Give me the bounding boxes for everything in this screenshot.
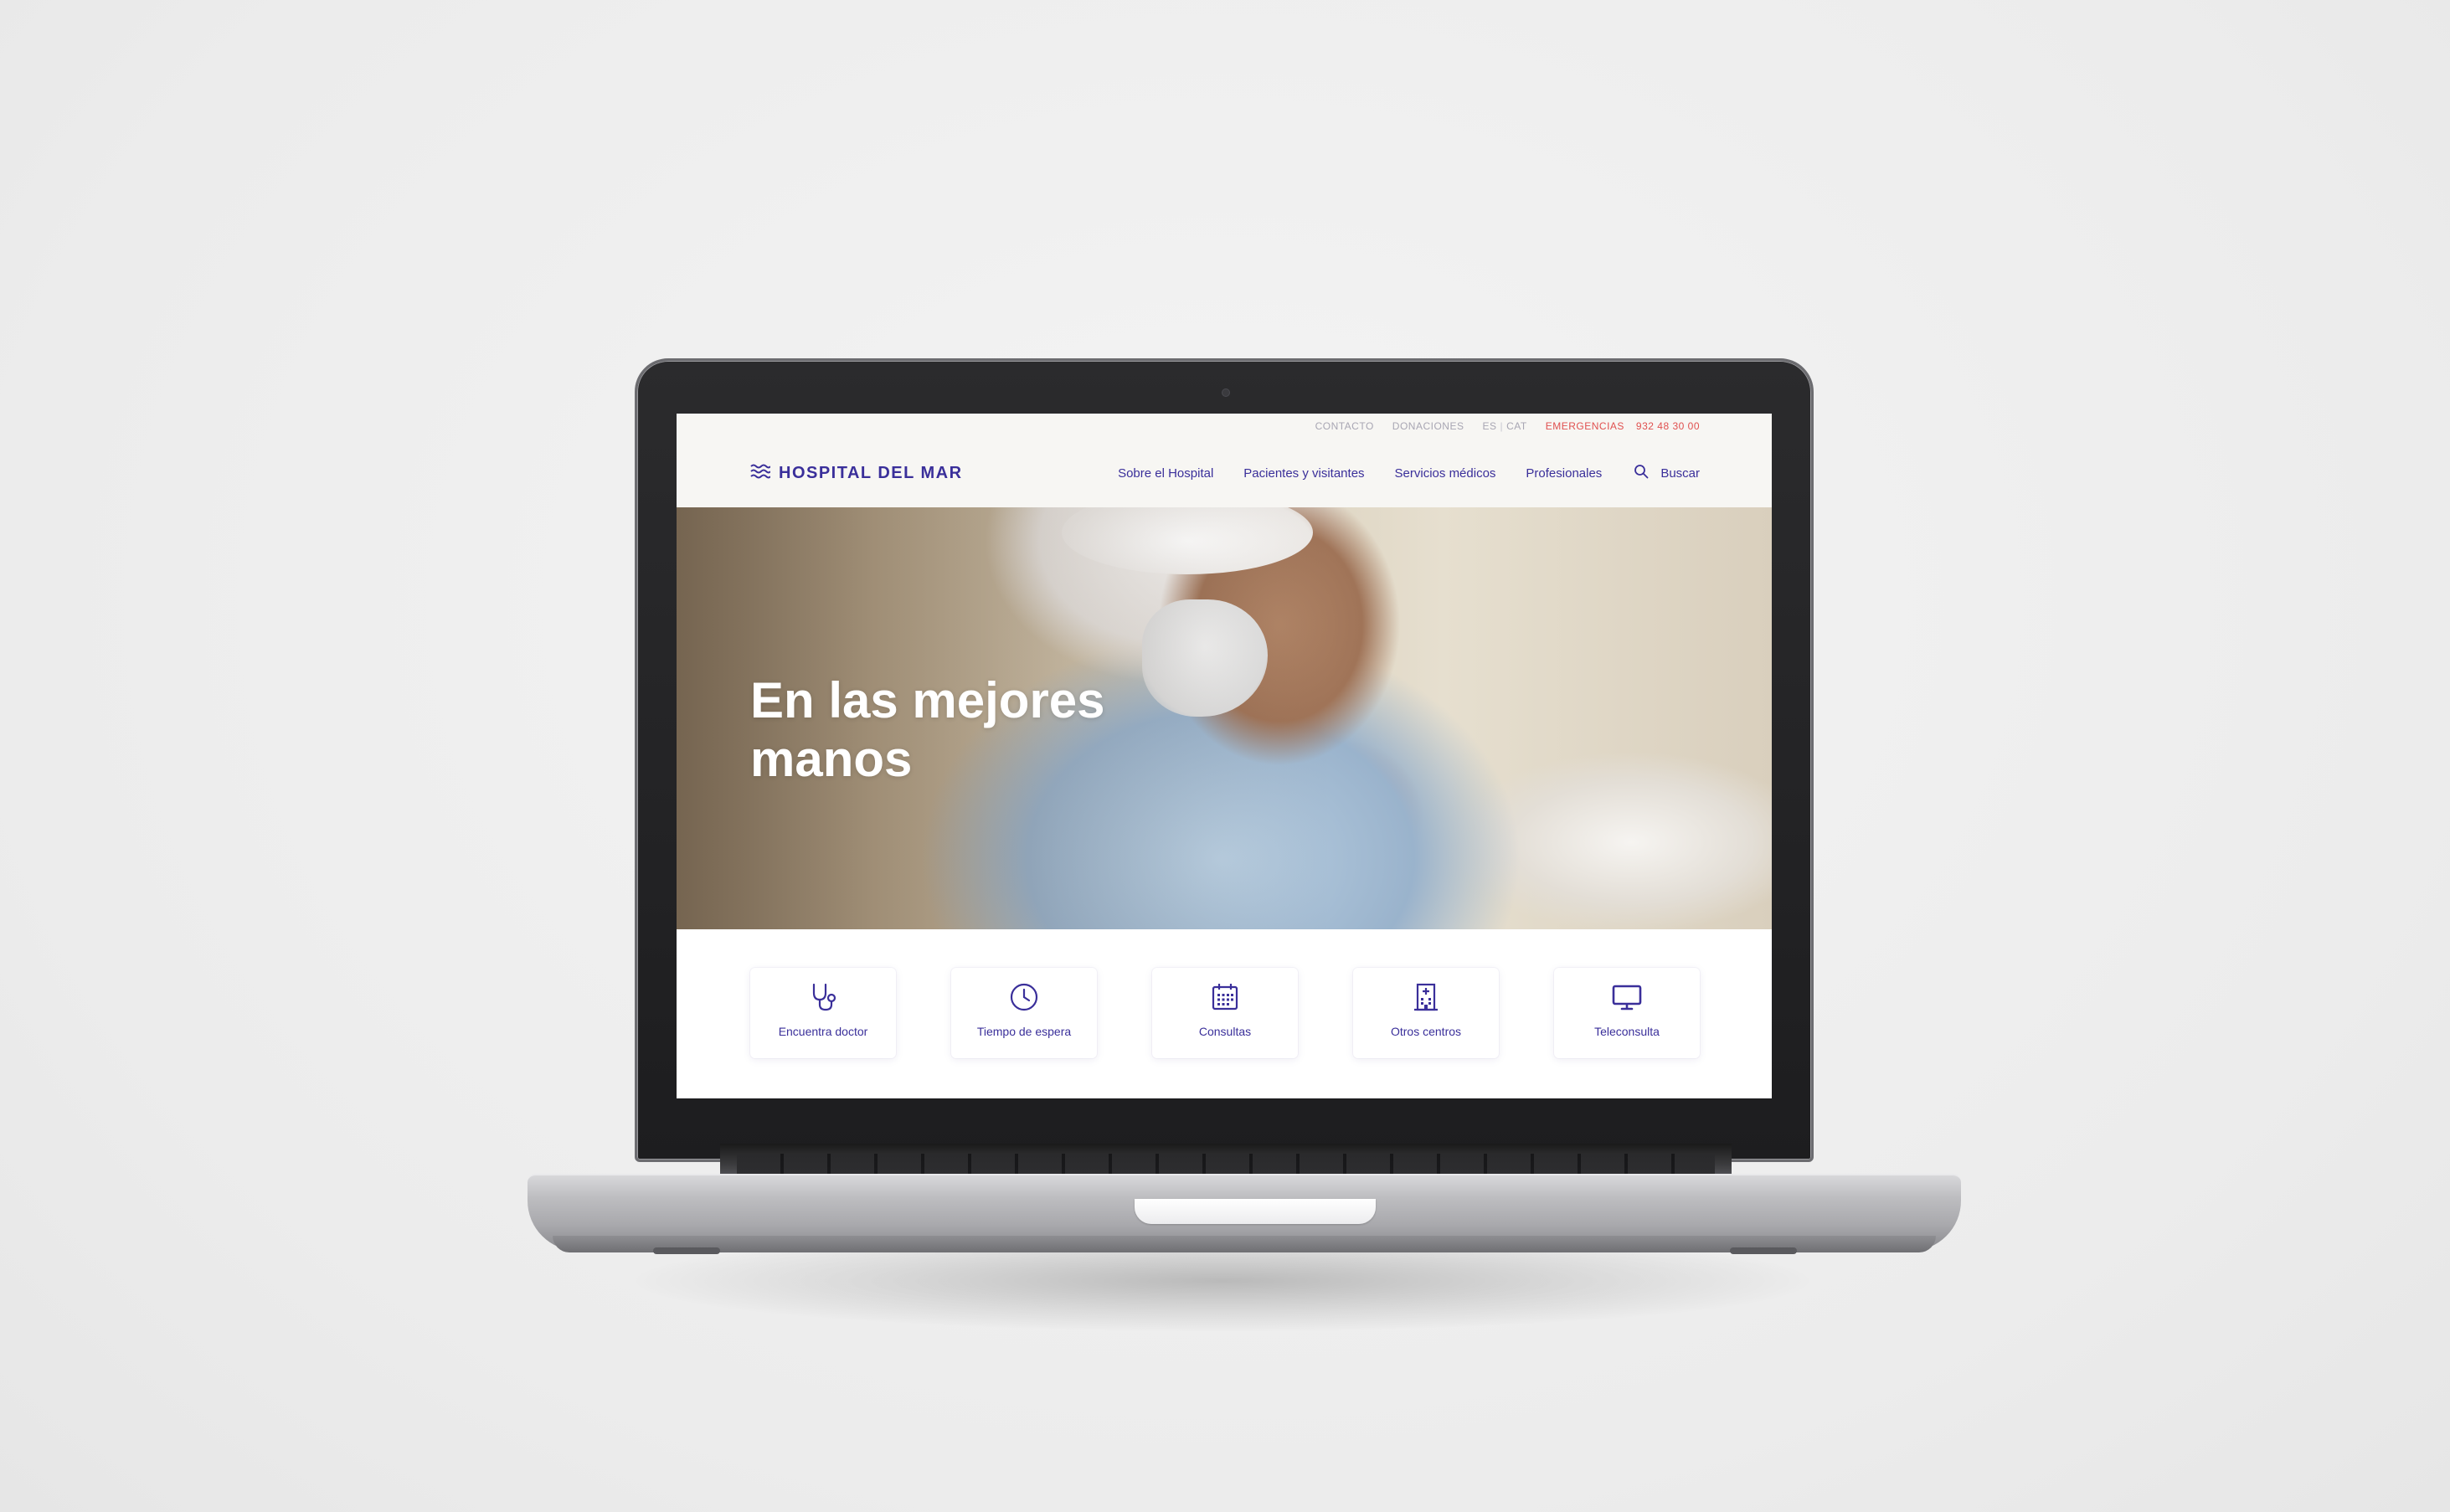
- waves-logo-icon: [750, 464, 771, 483]
- quick-link-label: Encuentra doctor: [778, 1025, 868, 1038]
- quick-link-encuentra-doctor[interactable]: Encuentra doctor: [750, 968, 896, 1058]
- lang-es-link[interactable]: ES: [1482, 420, 1496, 432]
- emergency-label[interactable]: EMERGENCIAS: [1546, 420, 1624, 432]
- nav-item-pacientes-visitantes[interactable]: Pacientes y visitantes: [1243, 466, 1364, 481]
- quick-link-label: Tiempo de espera: [976, 1025, 1072, 1038]
- emergency-phone[interactable]: 932 48 30 00: [1636, 420, 1700, 432]
- nav-item-sobre-el-hospital[interactable]: Sobre el Hospital: [1118, 466, 1213, 481]
- quick-link-label: Otros centros: [1390, 1025, 1462, 1038]
- clock-icon: [1008, 981, 1040, 1013]
- hero-title-line2: manos: [750, 731, 913, 787]
- donations-link[interactable]: DONACIONES: [1392, 420, 1464, 432]
- lang-separator: |: [1500, 420, 1504, 432]
- stethoscope-icon: [807, 981, 839, 1013]
- search-label: Buscar: [1660, 465, 1700, 481]
- quick-link-label: Teleconsulta: [1594, 1025, 1660, 1038]
- main-navbar: HOSPITAL DEL MAR Sobre el Hospital Pacie…: [677, 439, 1772, 507]
- laptop-lid-notch: [1135, 1199, 1376, 1224]
- logo-text: HOSPITAL DEL MAR: [779, 463, 963, 482]
- nav-item-profesionales[interactable]: Profesionales: [1526, 466, 1602, 481]
- quick-link-teleconsulta[interactable]: Teleconsulta: [1554, 968, 1700, 1058]
- nav-item-servicios-medicos[interactable]: Servicios médicos: [1395, 466, 1496, 481]
- quick-link-label: Consultas: [1198, 1025, 1252, 1038]
- primary-nav: Sobre el Hospital Pacientes y visitantes…: [1118, 466, 1602, 481]
- hero-banner: En las mejores manos: [677, 507, 1772, 929]
- laptop-foot-left: [653, 1247, 720, 1254]
- laptop-keyboard-edge: [737, 1154, 1715, 1175]
- search-icon: [1634, 464, 1649, 482]
- hero-title-line1: En las mejores: [750, 672, 1105, 728]
- contact-link[interactable]: CONTACTO: [1315, 420, 1374, 432]
- website-screen: CONTACTO DONACIONES ES | CAT EMERGENCIAS…: [677, 414, 1772, 1098]
- calendar-icon: [1209, 981, 1241, 1013]
- search-button[interactable]: Buscar: [1634, 464, 1700, 482]
- quick-link-otros-centros[interactable]: Otros centros: [1353, 968, 1499, 1058]
- quick-links-section: Encuentra doctor Tiempo de espera Consul…: [677, 929, 1772, 1098]
- utility-bar: CONTACTO DONACIONES ES | CAT EMERGENCIAS…: [677, 414, 1772, 439]
- hero-title: En las mejores manos: [750, 671, 1186, 789]
- laptop-base-edge: [553, 1236, 1936, 1252]
- monitor-icon: [1611, 981, 1643, 1013]
- hospital-building-icon: [1410, 981, 1442, 1013]
- lang-cat-link[interactable]: CAT: [1506, 420, 1527, 432]
- webcam: [1222, 388, 1230, 397]
- language-switcher: ES | CAT: [1482, 420, 1526, 432]
- hospital-logo[interactable]: HOSPITAL DEL MAR: [750, 464, 963, 483]
- quick-link-tiempo-de-espera[interactable]: Tiempo de espera: [951, 968, 1097, 1058]
- quick-link-consultas[interactable]: Consultas: [1152, 968, 1298, 1058]
- laptop-foot-right: [1730, 1247, 1797, 1254]
